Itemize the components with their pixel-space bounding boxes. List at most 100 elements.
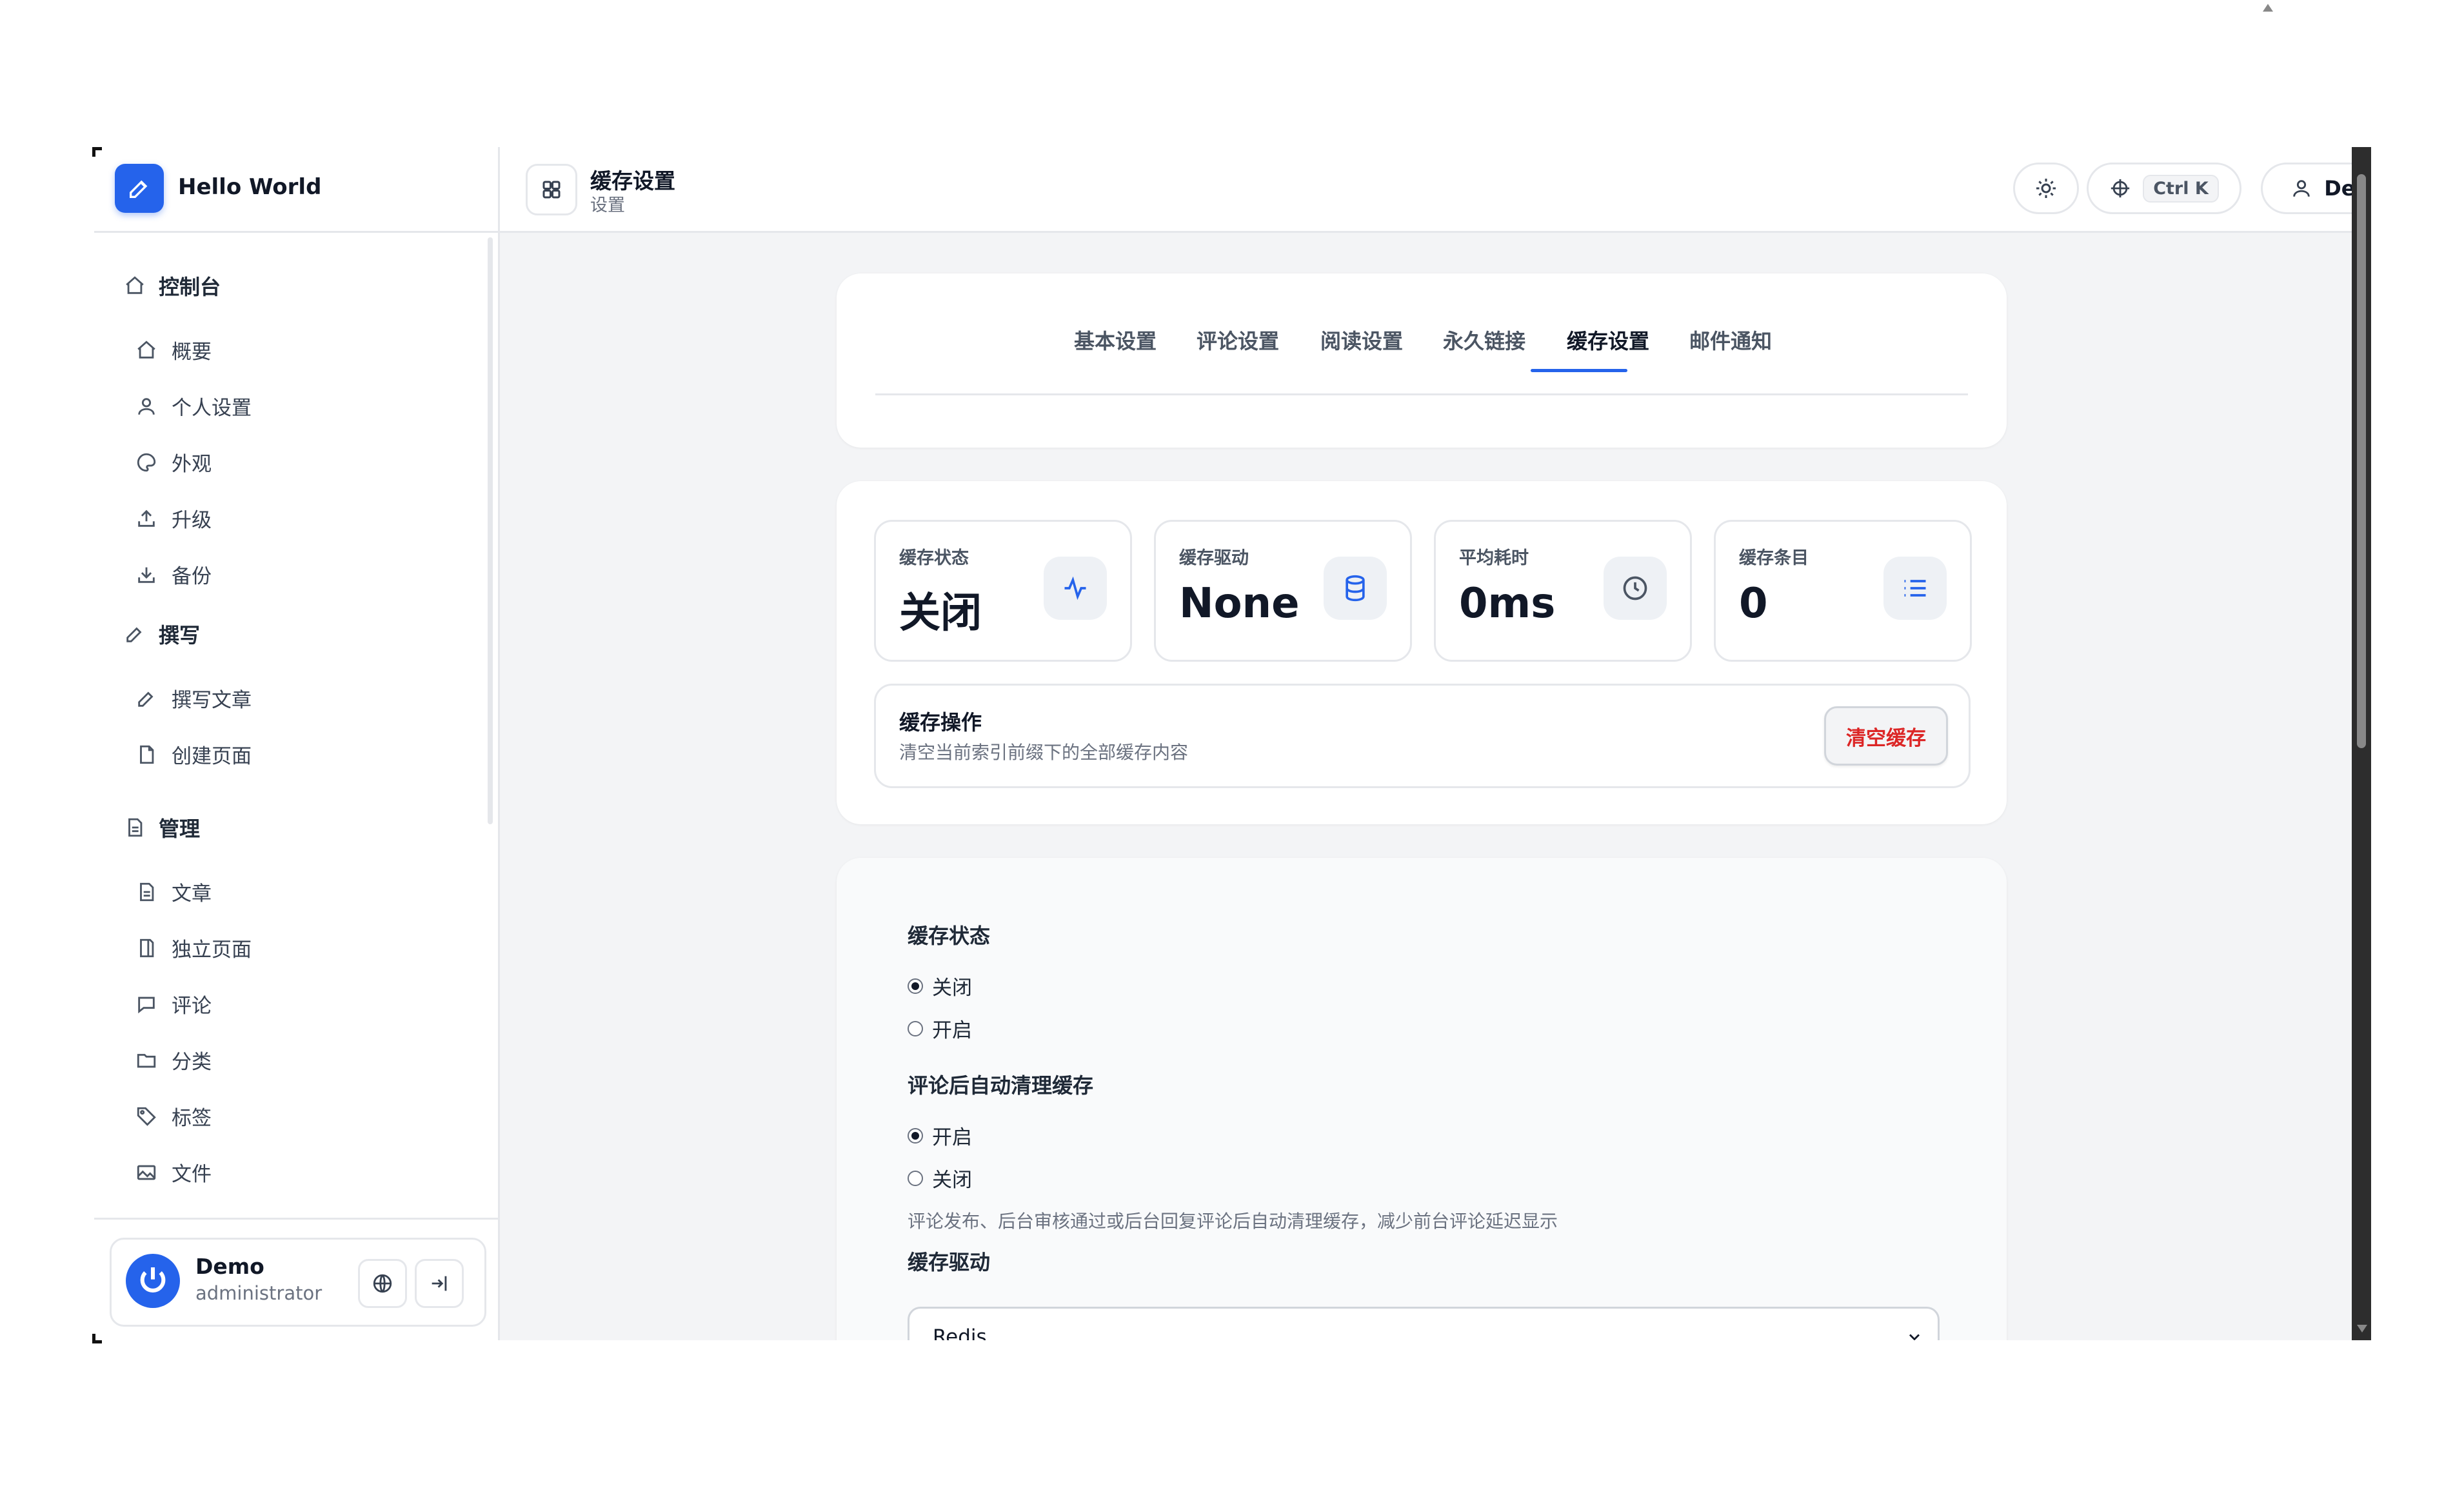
globe-button[interactable]: [358, 1259, 407, 1308]
radio-dot[interactable]: [908, 1170, 923, 1186]
stat-cache-status: 缓存状态 关闭: [874, 520, 1132, 662]
stat-label: 平均耗时: [1459, 548, 1529, 568]
sidebar-item-label: 外观: [172, 453, 212, 476]
upload-icon: [138, 510, 155, 527]
cache-operation-panel: 缓存操作 清空当前索引前缀下的全部缓存内容 清空缓存: [874, 684, 1971, 788]
sidebar-item-upgrade[interactable]: 升级: [135, 504, 212, 533]
grid-icon: [542, 181, 561, 199]
radio-dot[interactable]: [908, 1127, 923, 1144]
auto-clear-on-radio[interactable]: 开启: [908, 1121, 972, 1150]
tab-cache[interactable]: 缓存设置: [1567, 325, 1649, 355]
page-scrollbar[interactable]: [2352, 147, 2371, 1340]
auto-clear-off-radio[interactable]: 关闭: [908, 1164, 972, 1193]
user-panel: Demo administrator: [94, 1218, 498, 1340]
theme-toggle-button[interactable]: [2013, 163, 2079, 214]
scroll-down-arrow[interactable]: [2357, 1325, 2367, 1332]
user-role: administrator: [195, 1282, 323, 1304]
stat-label: 缓存状态: [899, 548, 969, 568]
file-text-icon: [128, 818, 143, 837]
sidebar-item-create-page[interactable]: 创建页面: [135, 740, 252, 769]
tab-mail[interactable]: 邮件通知: [1689, 325, 1772, 355]
stat-value: 0ms: [1459, 580, 1556, 628]
sidebar: Hello World 控制台 概要 个人设置 外观 升级 备份 撰写 撰写文章…: [94, 147, 500, 1340]
cache-driver-select[interactable]: Redis: [908, 1307, 1940, 1340]
sidebar-nav: 控制台 概要 个人设置 外观 升级 备份 撰写 撰写文章 创建页面 管理 文章 …: [94, 232, 498, 1193]
sidebar-item-label: 标签: [172, 1107, 212, 1130]
window-corner: [92, 147, 102, 157]
nav-group-console[interactable]: 控制台: [124, 271, 221, 301]
sidebar-item-posts[interactable]: 文章: [135, 877, 212, 906]
sidebar-item-files[interactable]: 文件: [135, 1158, 212, 1187]
sidebar-item-pages[interactable]: 独立页面: [135, 933, 252, 962]
select-value: Redis: [933, 1325, 987, 1340]
cache-form-card: 缓存状态 关闭 开启 评论后自动清理缓存 开启 关闭 评论发布、后台审核通过或后…: [837, 858, 2007, 1340]
sidebar-item-profile[interactable]: 个人设置: [135, 391, 252, 421]
operation-description: 清空当前索引前缀下的全部缓存内容: [899, 742, 1189, 763]
page-title: 缓存设置: [590, 168, 675, 193]
radio-dot[interactable]: [908, 978, 923, 994]
tab-basic[interactable]: 基本设置: [1074, 325, 1157, 355]
sidebar-item-label: 文件: [172, 1163, 212, 1186]
radio-label: 开启: [932, 1019, 972, 1042]
folder-icon: [137, 1053, 156, 1067]
sidebar-item-appearance[interactable]: 外观: [135, 448, 212, 477]
sidebar-scrollbar[interactable]: [488, 237, 493, 824]
globe-icon: [373, 1274, 392, 1293]
pen-icon: [138, 691, 154, 707]
sidebar-item-label: 独立页面: [172, 938, 252, 962]
cache-stats-card: 缓存状态 关闭 缓存驱动 None 平均耗时 0ms 缓存条目 0 缓存操作 清…: [837, 481, 2007, 824]
download-icon: [138, 567, 155, 583]
sidebar-item-label: 个人设置: [172, 397, 252, 420]
active-tab-indicator: [1531, 369, 1627, 372]
avatar[interactable]: [126, 1254, 180, 1308]
scrollbar-thumb[interactable]: [2357, 174, 2366, 748]
settings-tabs-card: 基本设置 评论设置 阅读设置 永久链接 缓存设置 邮件通知: [837, 273, 2007, 448]
stat-value: 关闭: [899, 589, 982, 637]
nav-group-write[interactable]: 撰写: [124, 619, 200, 649]
tag-icon: [137, 1107, 156, 1126]
breadcrumb[interactable]: 设置: [590, 191, 625, 216]
tab-comments[interactable]: 评论设置: [1197, 325, 1279, 355]
stat-value: None: [1179, 580, 1300, 628]
sidebar-item-overview[interactable]: 概要: [135, 335, 212, 364]
palette-icon: [137, 453, 156, 471]
file-text-icon: [140, 882, 154, 901]
sidebar-item-label: 分类: [172, 1051, 212, 1074]
section-icon[interactable]: [526, 164, 577, 215]
cache-status-on-radio[interactable]: 开启: [908, 1014, 972, 1043]
logout-button[interactable]: [415, 1259, 464, 1308]
image-icon: [137, 1165, 156, 1180]
sidebar-item-categories[interactable]: 分类: [135, 1045, 212, 1075]
pen-logo-icon[interactable]: [115, 164, 164, 213]
user-card: Demo administrator: [110, 1238, 486, 1327]
clear-cache-button[interactable]: 清空缓存: [1824, 706, 1948, 766]
cache-status-off-radio[interactable]: 关闭: [908, 971, 972, 1000]
sidebar-item-label: 升级: [172, 509, 212, 532]
app-window: Hello World 控制台 概要 个人设置 外观 升级 备份 撰写 撰写文章…: [94, 147, 2371, 1340]
tab-permalink[interactable]: 永久链接: [1443, 325, 1525, 355]
radio-dot[interactable]: [908, 1020, 923, 1036]
chevron-down-icon: [1909, 1334, 1920, 1340]
list-icon: [1883, 557, 1947, 620]
sidebar-item-tags[interactable]: 标签: [135, 1102, 212, 1131]
sidebar-item-backup[interactable]: 备份: [135, 560, 212, 589]
shortcut-hint: Ctrl K: [2143, 174, 2219, 203]
stat-value: 0: [1739, 580, 1768, 628]
user-icon: [2293, 180, 2310, 197]
auto-clear-label: 评论后自动清理缓存: [908, 1073, 1094, 1098]
comment-icon: [138, 996, 155, 1013]
stat-cache-driver: 缓存驱动 None: [1154, 520, 1412, 662]
command-palette-button[interactable]: Ctrl K: [2087, 163, 2241, 214]
stat-label: 缓存驱动: [1179, 548, 1249, 568]
files-icon: [140, 938, 154, 957]
scroll-up-arrow[interactable]: [2263, 4, 2273, 12]
nav-group-label: 控制台: [159, 275, 221, 299]
sidebar-item-comments[interactable]: 评论: [135, 989, 212, 1018]
sidebar-item-write-post[interactable]: 撰写文章: [135, 684, 252, 713]
home-icon: [137, 340, 155, 359]
nav-group-manage[interactable]: 管理: [124, 813, 200, 842]
stat-cache-entries: 缓存条目 0: [1714, 520, 1972, 662]
brand-name[interactable]: Hello World: [178, 174, 321, 200]
tab-reading[interactable]: 阅读设置: [1320, 325, 1403, 355]
nav-group-label: 撰写: [159, 623, 201, 648]
